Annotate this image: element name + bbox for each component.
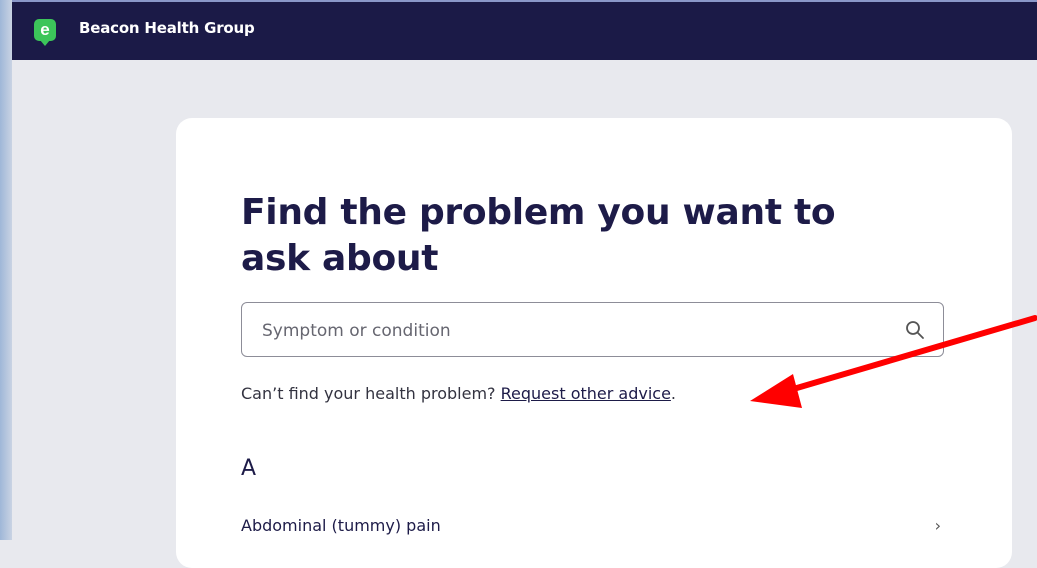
chevron-right-icon: › bbox=[934, 516, 941, 535]
app-logo-icon: e bbox=[34, 19, 56, 46]
help-text-suffix: . bbox=[670, 384, 677, 403]
help-text-prefix: Can’t find your health problem? bbox=[241, 384, 501, 403]
list-item-label: Abdominal (tummy) pain bbox=[241, 516, 441, 535]
request-other-advice-link[interactable]: Request other advice bbox=[501, 384, 671, 403]
list-item-abdominal-pain[interactable]: Abdominal (tummy) pain › bbox=[241, 516, 941, 546]
app-title: Beacon Health Group bbox=[79, 19, 255, 37]
window-edge bbox=[0, 0, 12, 540]
red-arrow-icon bbox=[750, 315, 1037, 408]
section-heading-a: A bbox=[241, 456, 257, 481]
page-title: Find the problem you want to ask about bbox=[241, 192, 836, 279]
top-navigation-bar: e Beacon Health Group bbox=[12, 0, 1037, 60]
help-text: Can’t find your health problem? Request … bbox=[241, 384, 676, 403]
